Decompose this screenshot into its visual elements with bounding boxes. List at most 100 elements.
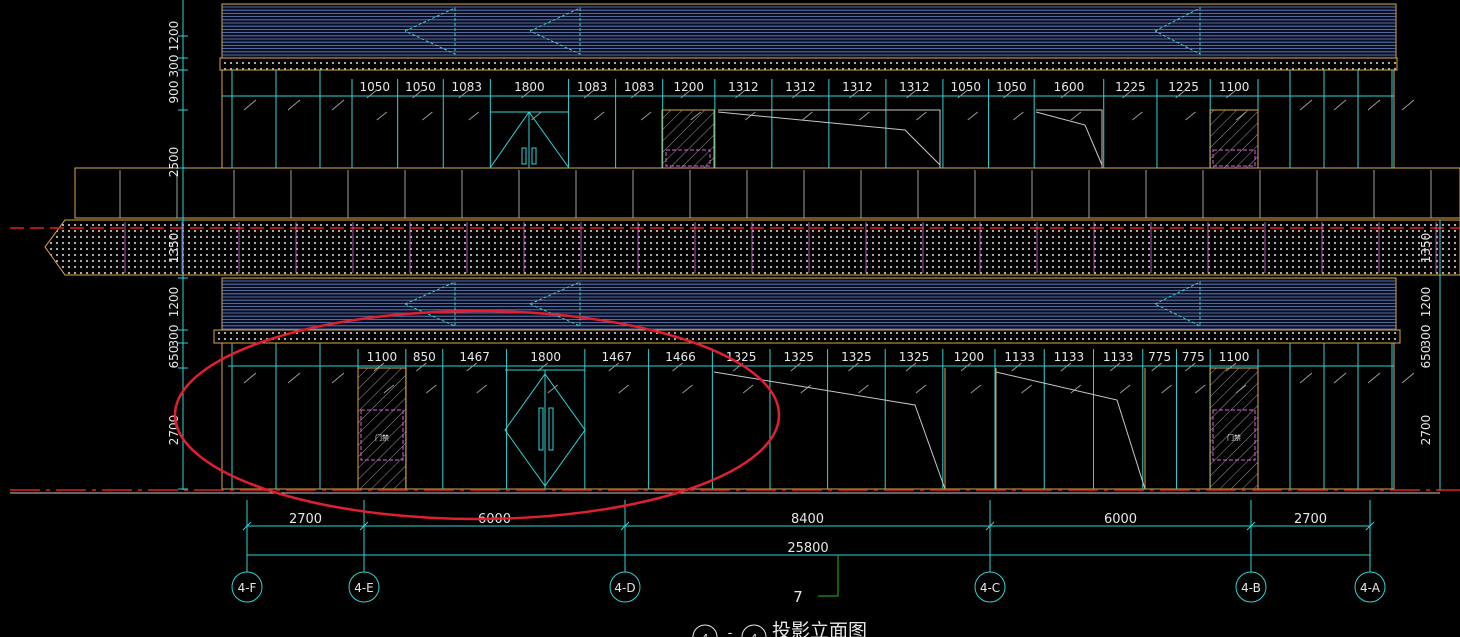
upper-panel-glass-mark [1299,99,1313,111]
upper-panel-glass-mark [1333,99,1347,111]
upper-panel-glass-mark [1070,111,1082,121]
lower-panel-width-label: 1325 [726,350,757,364]
vertical-dim-label: 300 [1419,325,1433,348]
axis-label: 4-D [614,581,635,595]
hatch-pier-upper-left [661,109,715,169]
lower-panel-glass-mark [1299,372,1313,384]
lower-panel-glass-mark [287,372,301,384]
lower-panel-width-label: 850 [413,350,436,364]
hatch-pier-lower-left [357,367,407,490]
lower-panel-glass-mark [1185,362,1196,372]
bottom-dim-label: 2700 [1294,512,1327,527]
note-number: 7 [793,588,803,606]
lower-panel-glass-mark [331,372,345,384]
hatch-pier-lower-right [1209,367,1259,490]
upper-panel-glass-mark [376,111,388,121]
lower-panel-glass-mark [1161,384,1172,394]
lower-entrance-door [504,369,586,489]
lower-roof-band [221,277,1397,331]
axis-label: 4-C [980,581,1000,595]
upper-panel-glass-mark [1013,111,1024,121]
drawing-title-block: 4 - 4 投影立面图 [692,620,867,637]
lower-panel-glass-mark [415,362,427,372]
lower-panel-glass-mark [1151,362,1162,372]
bottom-dim-label: 6000 [1104,512,1137,527]
upper-panel-glass-mark [531,111,542,121]
lower-panel-glass-mark [858,384,869,394]
title-axis-to: 4 [751,632,758,637]
lower-panel-glass-mark [243,372,257,384]
lower-panel-glass-mark [425,384,437,394]
lower-panel-width-label: 1466 [665,350,696,364]
total-dim: 25800 [787,541,828,556]
upper-panel-glass-mark [1185,111,1196,121]
title-axis-from: 4 [702,632,709,637]
lower-panel-glass-mark [1367,372,1381,384]
upper-panel-glass-mark [593,111,605,121]
lower-panel-glass-mark [790,362,802,372]
lower-panel-width-label: 775 [1148,350,1171,364]
upper-panel-glass-mark [802,111,813,121]
lower-panel-width-label: 1133 [1103,350,1134,364]
lower-panel-width-label: 1325 [899,350,930,364]
lower-panel-width-label: 1325 [784,350,815,364]
vertical-dim-label: 650 [1419,346,1433,369]
upper-panel-glass-mark [745,111,756,121]
lower-panel-glass-mark [742,384,754,394]
sign-tag-lower-left: 门禁 [375,433,389,442]
lower-panel-glass-mark [1060,362,1072,372]
lower-panel-glass-mark [970,384,982,394]
vertical-dim-label: 900 [167,81,181,104]
note-leader [818,555,839,597]
lower-panel-glass-mark [1195,384,1206,394]
lower-panel-glass-mark [682,384,693,394]
upper-panel-glass-mark [422,111,433,121]
upper-panel-glass-mark [859,111,870,121]
lower-panel-glass-mark [608,362,620,372]
lower-panel-width-label: 1800 [530,350,561,364]
title-separator: - [728,626,733,637]
lower-panel-width-label: 1325 [841,350,872,364]
axis-label: 4-F [238,581,257,595]
upper-panel-glass-mark [916,111,927,121]
drawing-title: 投影立面图 [772,620,867,637]
upper-panel-glass-mark [287,99,301,111]
lower-panel-width-label: 775 [1182,350,1205,364]
lower-panel-width-label: 1100 [367,350,398,364]
upper-panel-glass-mark [331,99,345,111]
upper-cornice [219,57,1398,71]
vertical-dim-label: 300 [167,325,181,348]
axis-label: 4-A [1360,581,1381,595]
upper-panel-glass-mark [243,99,257,111]
elevation-drawing: 1050 1050 1083 1800 1083 1083 1200 1312 1312 1312… [10,0,1460,637]
bottom-dim-label: 8400 [791,512,824,527]
lower-panel-glass-mark [1401,372,1415,384]
vertical-dim-label: 2500 [167,147,181,178]
lower-panel-width-label: 1133 [1054,350,1085,364]
roof-outline [221,3,1397,59]
lower-panel-glass-mark [476,384,487,394]
lower-panel-width-label: 1467 [459,350,490,364]
lower-panel-glass-mark [1109,362,1121,372]
lower-panel-glass-mark [960,362,972,372]
lower-panel-glass-mark [466,362,477,372]
upper-panel-glass-mark [1132,111,1143,121]
vertical-dim-label: 2700 [1419,415,1433,446]
upper-entrance-door [489,111,570,169]
lower-panel-glass-mark [1021,384,1032,394]
hatch-pier-upper-right [1209,109,1259,169]
lower-panel-width-label: 1100 [1219,350,1250,364]
lower-panel-width-label: 1133 [1004,350,1035,364]
upper-panel-glass-mark [1401,99,1415,111]
lower-panel-glass-mark [672,362,683,372]
axis-label: 4-B [1241,581,1261,595]
axis-label: 4-E [354,581,374,595]
bottom-dim-label: 2700 [289,512,322,527]
lower-panel-glass-mark [1119,384,1131,394]
lower-panel-glass-mark [1333,372,1347,384]
upper-panel-glass-mark [640,111,652,121]
lower-panel-glass-mark [1011,362,1022,372]
sign-tag-lower-right: 门禁 [1227,433,1241,442]
lower-panel-glass-mark [848,362,859,372]
upper-roof-band [221,3,1397,59]
